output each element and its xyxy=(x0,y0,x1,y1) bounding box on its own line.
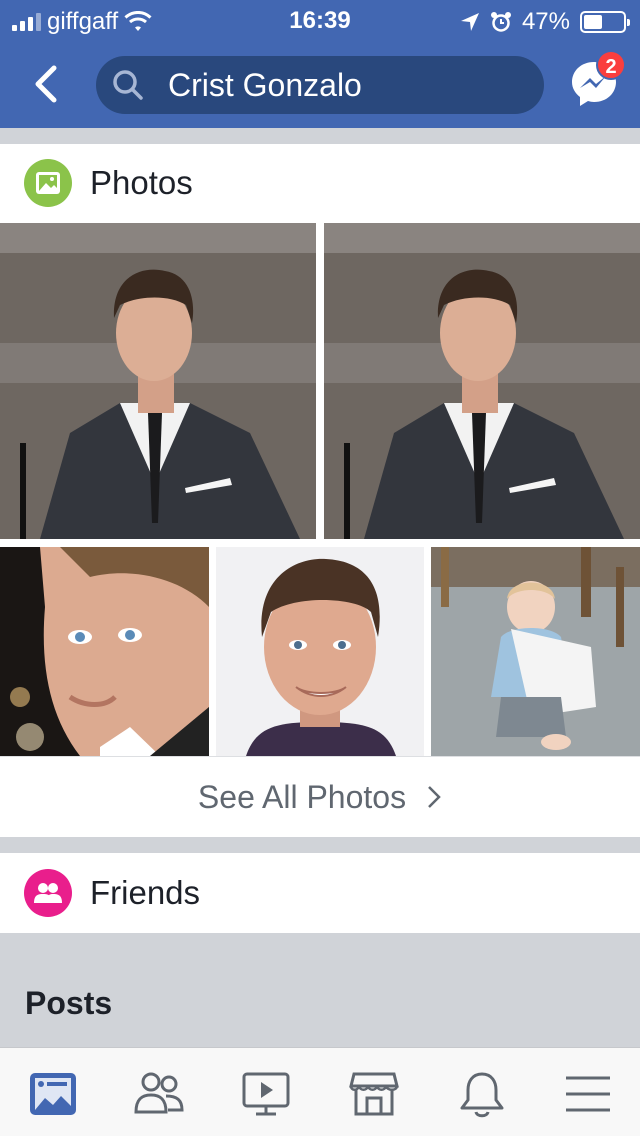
friends-section[interactable]: Friends xyxy=(0,853,640,933)
photo-thumbnail[interactable] xyxy=(216,547,424,756)
status-right: 47% xyxy=(460,8,630,36)
friends-icon[interactable] xyxy=(133,1068,185,1120)
search-query[interactable]: Crist Gonzalo xyxy=(168,67,362,104)
alarm-icon xyxy=(490,12,511,32)
location-icon xyxy=(460,13,479,31)
friends-title: Friends xyxy=(90,874,201,911)
photos-section: Photos See All Photos xyxy=(0,144,640,837)
photo-thumbnail[interactable] xyxy=(324,223,640,539)
news-feed-icon[interactable] xyxy=(27,1068,79,1120)
battery-icon xyxy=(580,11,630,33)
photos-title: Photos xyxy=(90,164,193,201)
see-all-photos-button[interactable]: See All Photos xyxy=(0,756,640,837)
notifications-icon[interactable] xyxy=(456,1068,508,1120)
top-header: giffgaff 16:39 47% Crist Gonzalo 2 xyxy=(0,0,640,128)
watch-icon[interactable] xyxy=(240,1068,292,1120)
back-chevron-icon[interactable] xyxy=(30,64,64,104)
photos-header[interactable]: Photos xyxy=(0,144,640,222)
friends-icon xyxy=(24,869,72,917)
status-bar: giffgaff 16:39 47% xyxy=(0,0,640,42)
photo-icon xyxy=(24,159,72,207)
menu-icon[interactable] xyxy=(562,1068,614,1120)
bottom-tab-bar xyxy=(0,1047,640,1136)
chevron-right-icon xyxy=(428,786,441,808)
photo-thumbnail[interactable] xyxy=(0,223,316,539)
friends-header[interactable]: Friends xyxy=(0,854,640,932)
search-bar[interactable]: Crist Gonzalo xyxy=(96,56,544,114)
photo-thumbnail[interactable] xyxy=(0,547,209,756)
search-icon xyxy=(113,70,143,100)
messenger-badge: 2 xyxy=(596,50,626,80)
see-all-label: See All Photos xyxy=(197,778,407,815)
photo-thumbnail[interactable] xyxy=(431,547,640,756)
marketplace-icon[interactable] xyxy=(348,1068,400,1120)
posts-title: Posts xyxy=(25,985,113,1021)
battery-percent: 47% xyxy=(521,8,570,35)
